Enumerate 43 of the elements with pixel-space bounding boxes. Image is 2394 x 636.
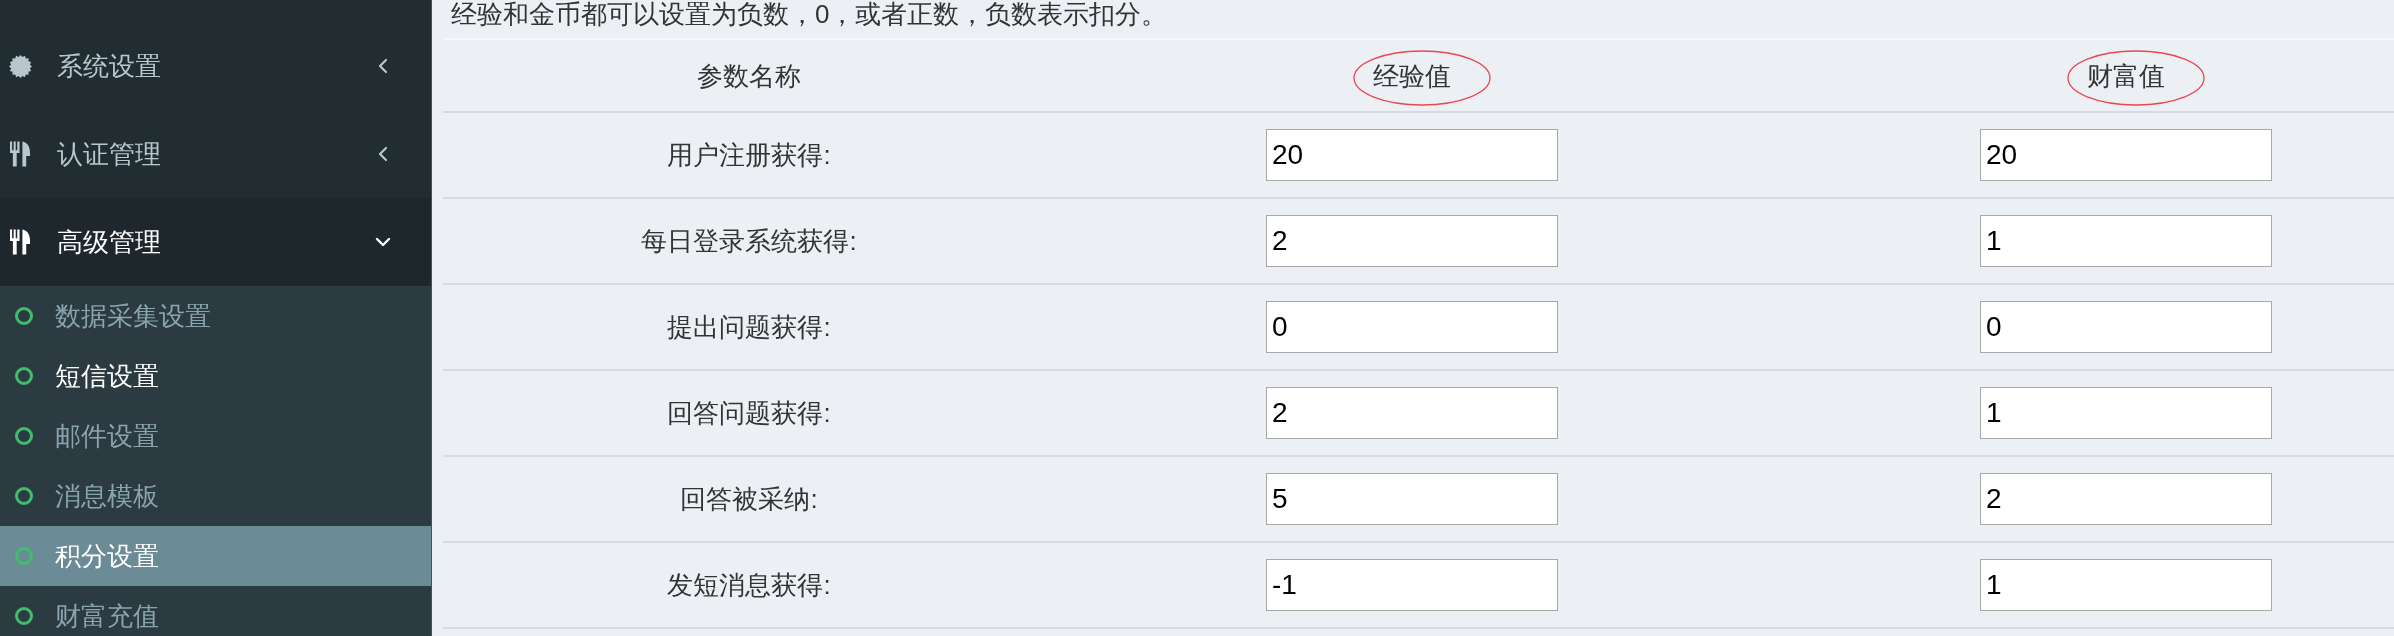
circle-icon	[15, 487, 33, 505]
cutlery-icon	[10, 141, 31, 167]
cutlery-icon	[10, 229, 31, 255]
sidebar-menu-item[interactable]: 认证管理	[0, 110, 431, 198]
submenu-item[interactable]: 消息模板	[0, 466, 431, 526]
submenu-item[interactable]: 数据采集设置	[0, 286, 431, 346]
sidebar-menu-item[interactable]: 高级管理	[0, 198, 431, 286]
input-field[interactable]: 2	[1266, 215, 1558, 267]
input-field[interactable]: 2	[1266, 387, 1558, 439]
input-field[interactable]: 1	[1980, 215, 2272, 267]
row-label: 发短消息获得:	[667, 569, 831, 602]
row-label: 提出问题获得:	[667, 311, 831, 344]
input-field[interactable]: 1	[1980, 559, 2272, 611]
column-header: 参数名称	[697, 59, 801, 93]
input-field[interactable]: 5	[1266, 473, 1558, 525]
input-field[interactable]: 20	[1980, 129, 2272, 181]
circle-icon	[15, 607, 33, 625]
seal-icon	[9, 54, 32, 78]
submenu-item[interactable]: 邮件设置	[0, 406, 431, 466]
row-label: 每日登录系统获得:	[641, 225, 857, 258]
sidebar-menu-item[interactable]: 系统设置	[0, 22, 431, 110]
input-field[interactable]: -1	[1266, 559, 1558, 611]
circle-icon	[15, 427, 33, 445]
row-label: 回答问题获得:	[667, 397, 831, 430]
input-field[interactable]: 20	[1266, 129, 1558, 181]
chevron-left-icon	[378, 58, 388, 74]
row-label: 用户注册获得:	[667, 139, 831, 172]
input-field[interactable]: 0	[1980, 301, 2272, 353]
input-field[interactable]: 2	[1980, 473, 2272, 525]
column-header: 财富值	[2087, 59, 2165, 93]
input-field[interactable]: 1	[1980, 387, 2272, 439]
chevron-left-icon	[378, 146, 388, 162]
submenu-item[interactable]: 积分设置	[0, 526, 431, 586]
chevron-down-icon	[375, 237, 391, 247]
row-label: 回答被采纳:	[680, 483, 818, 516]
circle-icon	[15, 367, 33, 385]
submenu-item[interactable]: 财富充值	[0, 586, 431, 636]
column-header: 经验值	[1373, 59, 1451, 93]
instruction-text: 经验和金币都可以设置为负数，0，或者正数，负数表示扣分。	[451, 0, 1168, 28]
input-field[interactable]: 0	[1266, 301, 1558, 353]
circle-icon	[15, 547, 33, 565]
submenu-item[interactable]: 短信设置	[0, 346, 431, 406]
circle-icon	[15, 307, 33, 325]
